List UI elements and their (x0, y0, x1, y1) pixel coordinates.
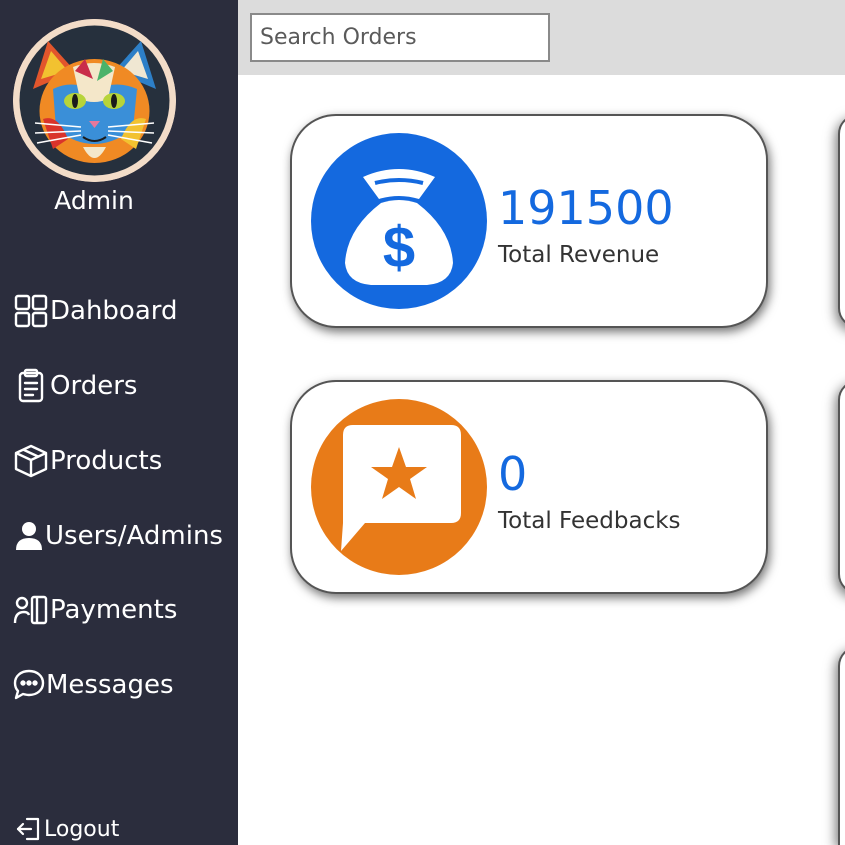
clipboard-icon (12, 367, 50, 405)
search-input[interactable] (250, 13, 550, 62)
grid-icon (12, 292, 50, 330)
sidebar-item-label: Users/Admins (45, 521, 223, 551)
sidebar-item-label: Messages (46, 670, 174, 700)
revenue-label: Total Revenue (498, 242, 660, 268)
sidebar-item-products[interactable]: Products (12, 441, 162, 481)
sidebar: Admin Dahboard Orders Products Users/Adm… (0, 0, 238, 845)
partial-card-right-3 (838, 646, 845, 845)
sidebar-item-label: Dahboard (50, 296, 178, 326)
payment-icon (12, 591, 50, 629)
logout-button[interactable]: Logout (12, 813, 119, 845)
money-bag-icon: $ (311, 133, 487, 309)
sidebar-item-label: Payments (50, 595, 178, 625)
sidebar-item-messages[interactable]: Messages (12, 665, 174, 705)
sidebar-item-label: Products (50, 446, 163, 476)
chat-icon (12, 666, 46, 704)
admin-name: Admin (54, 186, 134, 215)
sidebar-item-label: Orders (50, 371, 138, 401)
sidebar-item-payments[interactable]: Payments (12, 590, 177, 630)
feedbacks-card[interactable]: 0 Total Feedbacks (290, 380, 768, 594)
feedbacks-value: 0 (498, 447, 528, 501)
feedback-star-icon (311, 399, 487, 575)
sidebar-item-orders[interactable]: Orders (12, 366, 137, 406)
sidebar-item-users-admins[interactable]: Users/Admins (12, 516, 223, 556)
cat-portrait-image (13, 19, 176, 182)
avatar[interactable] (13, 19, 176, 182)
user-icon (12, 517, 45, 555)
feedbacks-label: Total Feedbacks (498, 508, 681, 534)
logout-label: Logout (44, 816, 120, 842)
partial-card-right-1 (838, 114, 845, 328)
logout-icon (12, 813, 44, 845)
revenue-value: 191500 (498, 181, 674, 235)
box-icon (12, 442, 50, 480)
partial-card-right-2 (838, 380, 845, 594)
svg-text:$: $ (383, 215, 415, 280)
sidebar-item-dashboard[interactable]: Dahboard (12, 291, 178, 331)
revenue-card[interactable]: $ 191500 Total Revenue (290, 114, 768, 328)
top-bar (238, 0, 845, 75)
